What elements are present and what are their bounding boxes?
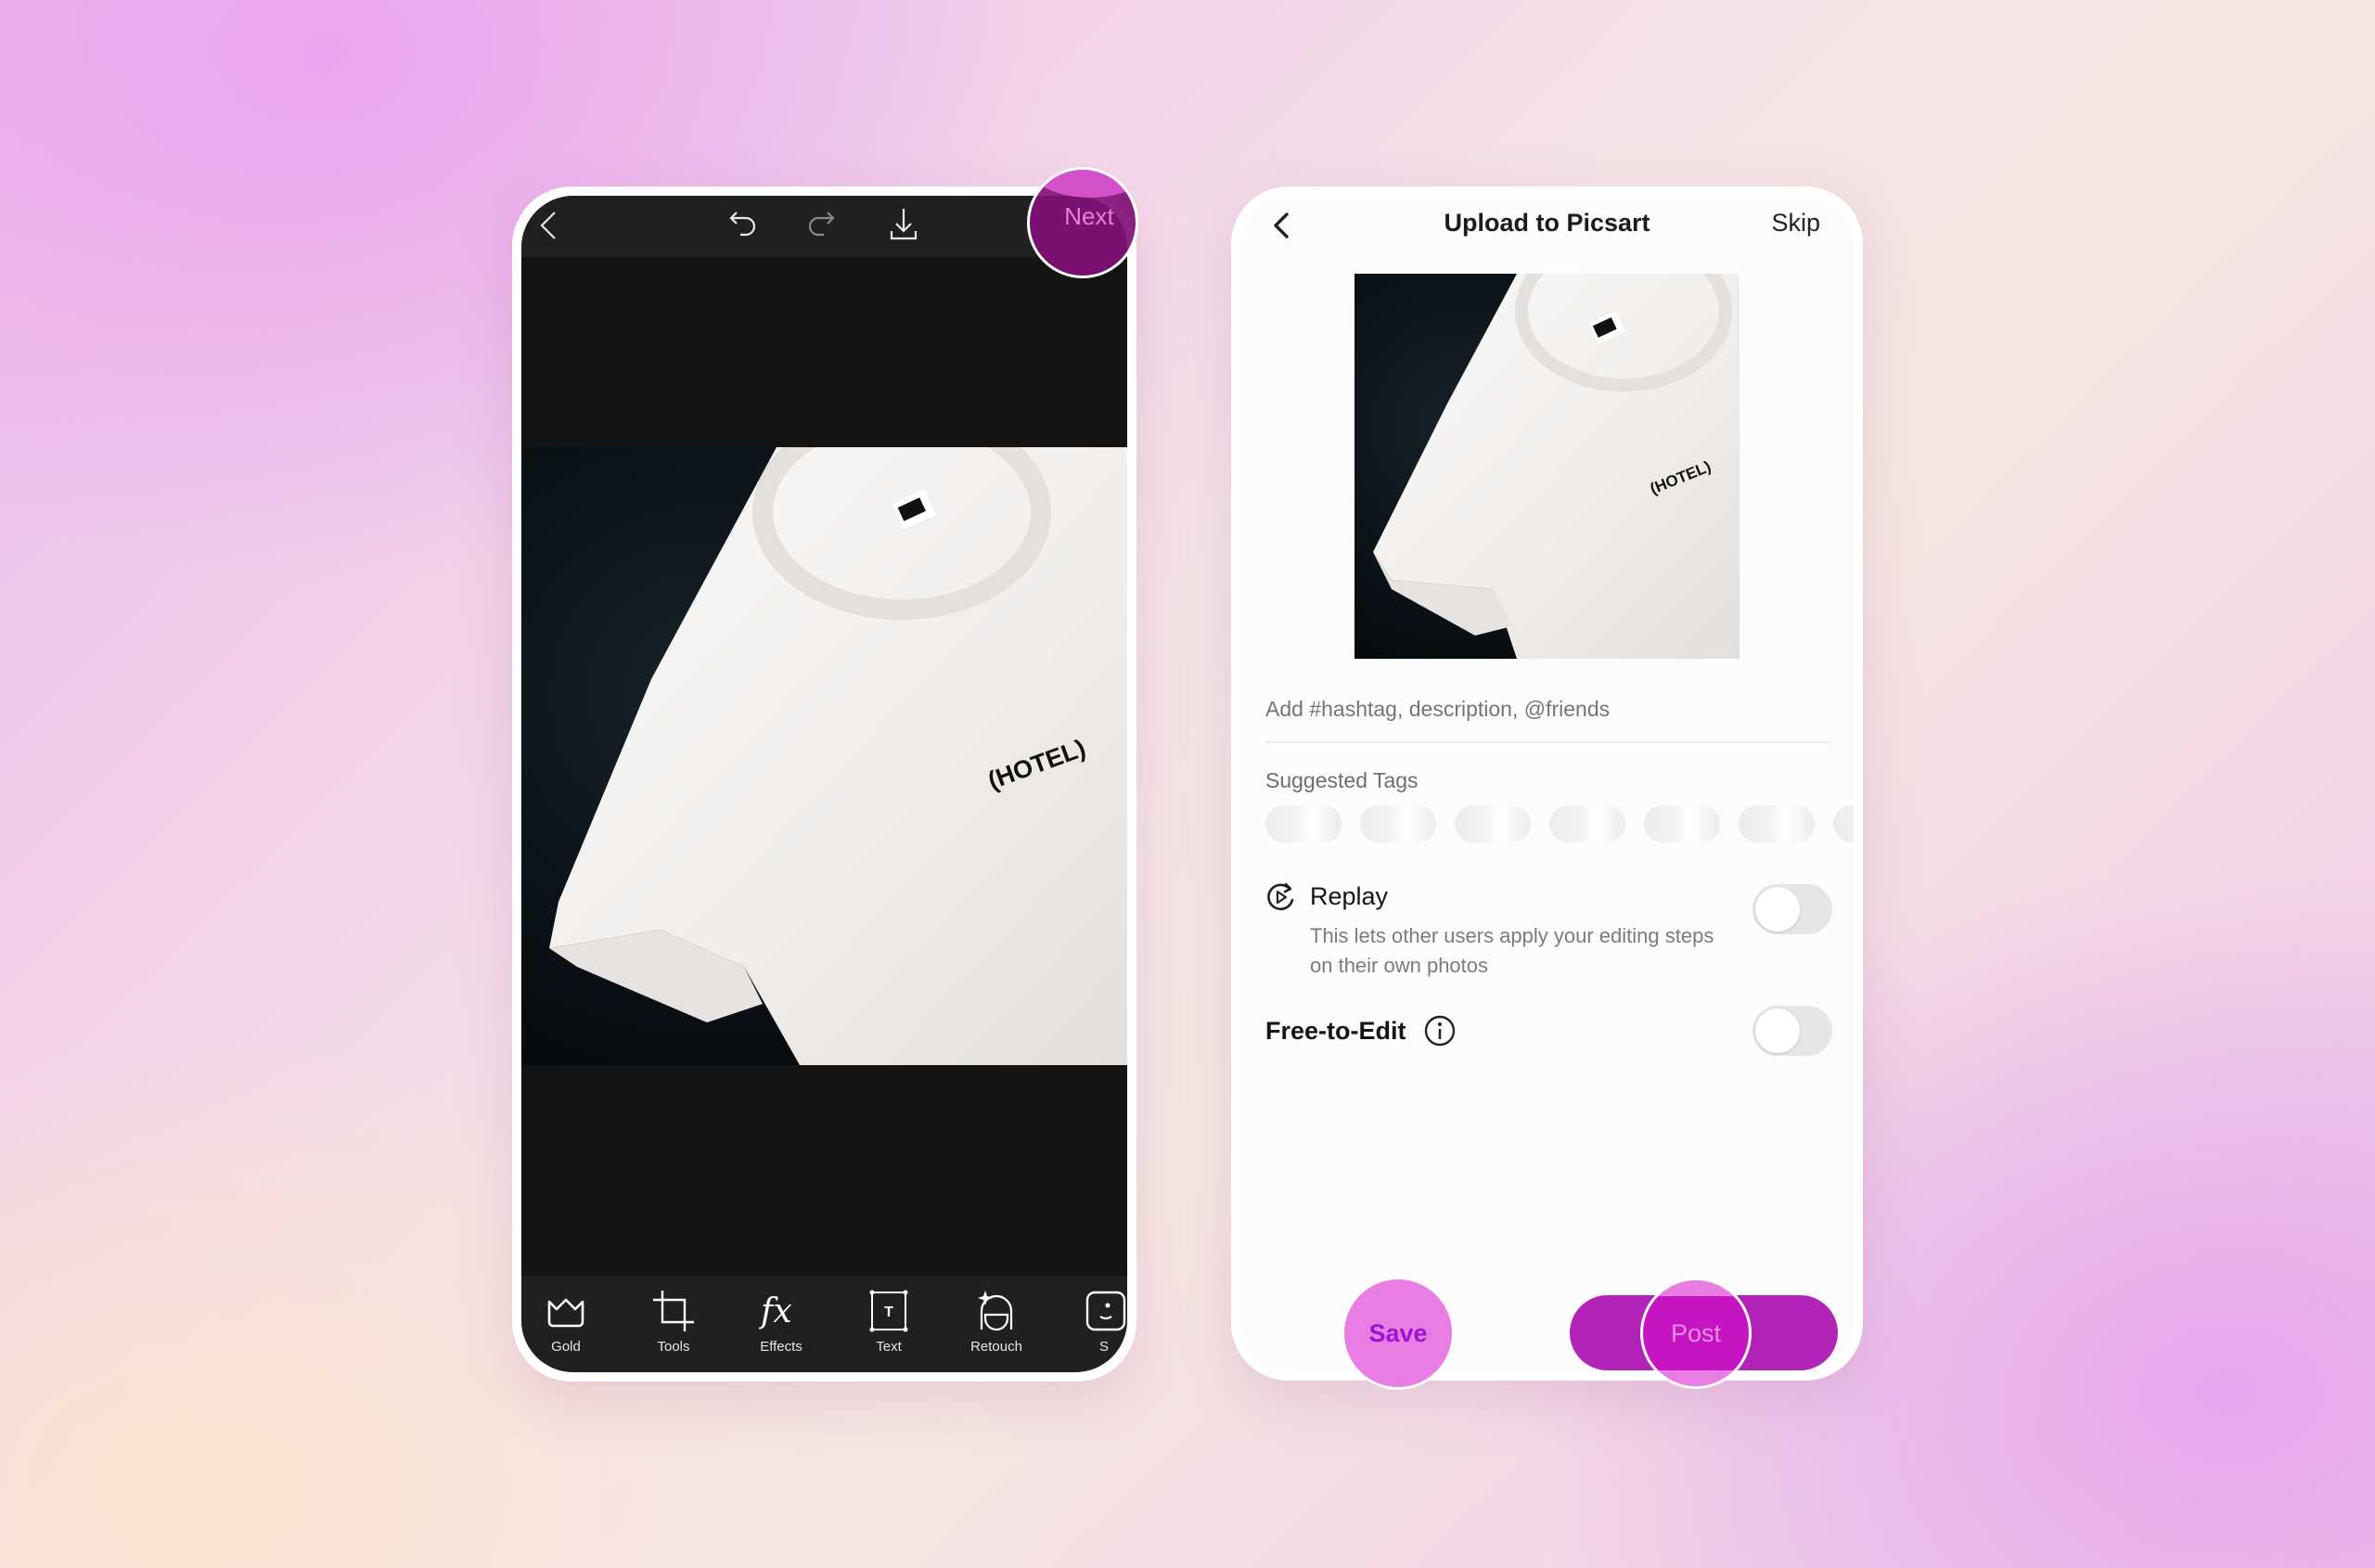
editor-phone: (HOTEL) Gold Tools fx Effects T Text Ret… [512, 186, 1136, 1382]
tool-stickers[interactable]: S [1058, 1289, 1127, 1372]
editor-screen: (HOTEL) Gold Tools fx Effects T Text Ret… [521, 196, 1127, 1372]
replay-icon [1265, 881, 1297, 913]
upload-thumbnail: (HOTEL) [1354, 274, 1740, 659]
tool-label: S [1098, 1339, 1109, 1355]
divider [1265, 741, 1831, 743]
crown-icon [547, 1298, 584, 1328]
editor-bottom-toolbar: Gold Tools fx Effects T Text Retouch S [521, 1276, 1127, 1372]
download-button[interactable] [883, 205, 924, 246]
undo-button[interactable] [722, 205, 763, 246]
tshirt-thumbnail: (HOTEL) [1354, 274, 1740, 659]
tool-gold[interactable]: Gold [521, 1289, 612, 1372]
free-to-edit-toggle[interactable] [1752, 1006, 1832, 1056]
replay-toggle[interactable] [1752, 884, 1832, 934]
download-icon [890, 209, 918, 240]
redo-icon [808, 212, 835, 237]
upload-screen: Upload to Picsart Skip (HOTEL) Add #hash… [1240, 196, 1854, 1371]
svg-text:T: T [884, 1305, 893, 1320]
tool-retouch[interactable]: Retouch [950, 1289, 1043, 1372]
tool-label: Gold [551, 1339, 581, 1355]
tag-placeholder [1739, 805, 1815, 842]
sticker-icon [1085, 1291, 1126, 1331]
crop-icon [653, 1291, 694, 1331]
tag-placeholder [1455, 805, 1531, 842]
tag-placeholder [1644, 805, 1720, 842]
redo-button[interactable] [802, 205, 842, 246]
toggle-knob [1755, 1009, 1800, 1053]
text-icon: T [869, 1290, 908, 1332]
upload-phone: Upload to Picsart Skip (HOTEL) Add #hash… [1231, 186, 1863, 1381]
chevron-left-icon [540, 212, 556, 239]
tool-label: Effects [760, 1339, 802, 1355]
tag-placeholder [1265, 805, 1342, 842]
description-input[interactable] [1265, 697, 1831, 722]
tag-placeholder [1833, 805, 1854, 842]
skip-button[interactable]: Skip [1771, 209, 1820, 238]
tool-label: Tools [657, 1339, 690, 1355]
free-to-edit-title: Free-to-Edit [1265, 1017, 1406, 1045]
replay-description: This lets other users apply your editing… [1310, 924, 1714, 977]
tshirt-photo: (HOTEL) [521, 447, 1127, 1065]
editor-photo[interactable]: (HOTEL) [521, 447, 1127, 1065]
save-button[interactable]: Save [1344, 1279, 1452, 1387]
info-icon [1424, 1015, 1456, 1047]
post-button[interactable]: Post [1640, 1278, 1752, 1389]
back-button[interactable] [529, 205, 570, 246]
tool-effects[interactable]: fx Effects [735, 1289, 828, 1372]
tag-placeholder [1549, 805, 1625, 842]
replay-title: Replay [1310, 882, 1389, 910]
retouch-face-icon [978, 1291, 1013, 1331]
undo-icon [729, 212, 756, 237]
tool-tools[interactable]: Tools [627, 1289, 720, 1372]
suggested-tags-label: Suggested Tags [1265, 768, 1419, 792]
touch-highlight-bottom [1643, 1370, 1749, 1386]
tag-placeholder [1360, 805, 1436, 842]
svg-text:fx: fx [759, 1292, 792, 1330]
save-label: Save [1368, 1318, 1428, 1347]
info-button[interactable] [1423, 1014, 1457, 1047]
next-label: Next [1064, 201, 1114, 230]
tool-text[interactable]: T Text [842, 1289, 935, 1372]
next-button[interactable]: Next [1027, 167, 1138, 278]
page-title: Upload to Picsart [1444, 209, 1650, 237]
tool-label: Retouch [970, 1339, 1022, 1355]
toggle-knob [1755, 887, 1800, 932]
touch-highlight [1030, 170, 1136, 198]
post-label: Post [1670, 1318, 1722, 1347]
fx-icon: fx [759, 1292, 792, 1330]
touch-highlight-top [1643, 1280, 1749, 1296]
tool-label: Text [876, 1339, 902, 1355]
